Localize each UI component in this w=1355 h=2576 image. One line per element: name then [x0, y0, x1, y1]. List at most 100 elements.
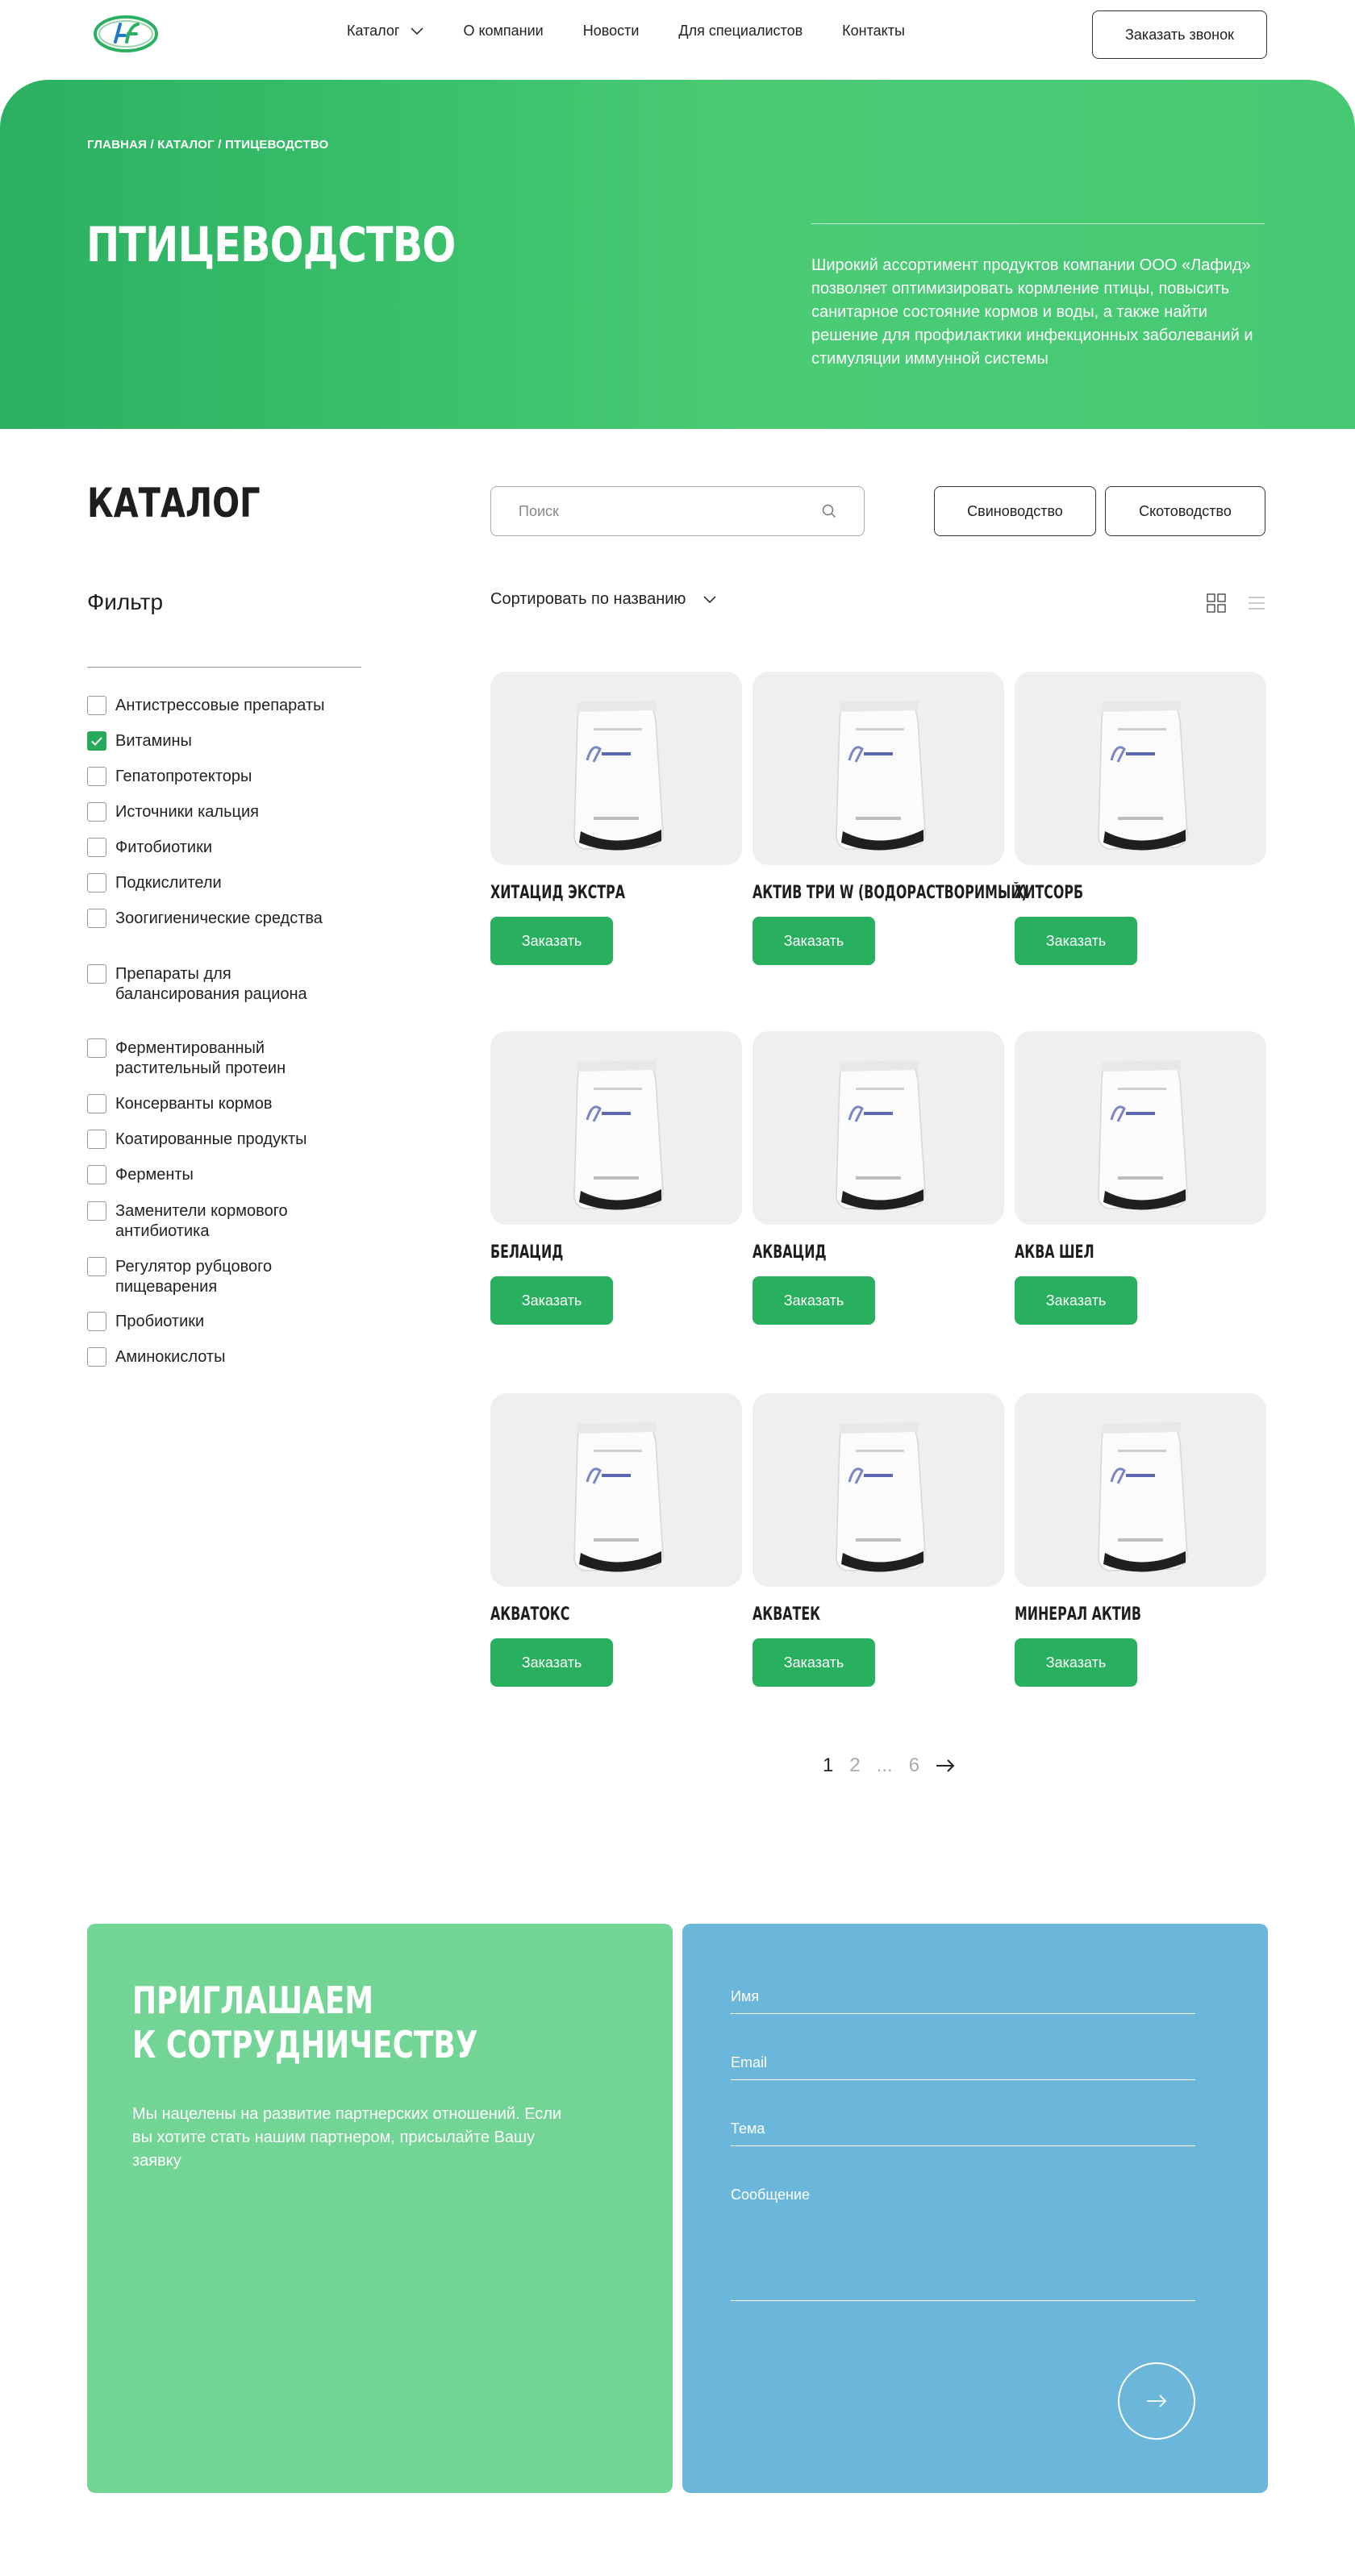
sort-dropdown[interactable]: Сортировать по названию — [490, 590, 716, 609]
nav-item-about[interactable]: О компании — [463, 23, 543, 40]
filter-item[interactable]: Пробиотики — [87, 1312, 337, 1332]
product-card[interactable]: АКВАЦИД Заказать — [753, 1031, 1004, 1325]
next-page-arrow-icon[interactable] — [936, 1759, 955, 1772]
checkbox-checked[interactable] — [87, 731, 106, 751]
product-card[interactable]: БЕЛАЦИД Заказать — [490, 1031, 742, 1325]
pagination-item[interactable]: 2 — [849, 1754, 860, 1777]
product-name[interactable]: МИНЕРАЛ АКТИВ — [1015, 1604, 1196, 1627]
pagination-item[interactable]: 6 — [909, 1754, 919, 1777]
nav-item-news[interactable]: Новости — [583, 23, 640, 40]
product-image — [836, 1422, 926, 1572]
filter-item[interactable]: Регулятор рубцового пищеварения — [87, 1257, 337, 1297]
product-image-frame[interactable] — [1015, 1031, 1266, 1225]
order-button[interactable]: Заказать — [490, 1276, 613, 1325]
checkbox[interactable] — [87, 1257, 106, 1276]
checkbox[interactable] — [87, 696, 106, 715]
filter-item[interactable]: Фитобиотики — [87, 838, 337, 858]
checkbox[interactable] — [87, 1094, 106, 1113]
order-button[interactable]: Заказать — [1015, 1276, 1137, 1325]
product-name[interactable]: ХИТАЦИД ЭКСТРА — [490, 883, 672, 905]
product-image — [573, 1060, 664, 1210]
category-pigs-button[interactable]: Свиноводство — [934, 486, 1096, 536]
company-logo[interactable] — [91, 11, 161, 56]
product-image-frame[interactable] — [490, 672, 742, 865]
message-field-wrap — [731, 2187, 1195, 2301]
cooperation-info: ПРИГЛАШАЕМ К СОТРУДНИЧЕСТВУ Мы нацелены … — [87, 1924, 673, 2493]
product-image-frame[interactable] — [490, 1031, 742, 1225]
checkbox[interactable] — [87, 1347, 106, 1367]
filter-item[interactable]: Препараты для балансирования рациона — [87, 964, 337, 1005]
filter-item[interactable]: Ферментированный растительный протеин — [87, 1038, 337, 1079]
filter-item[interactable]: Консерванты кормов — [87, 1094, 337, 1114]
product-card[interactable]: АКВАТОКС Заказать — [490, 1393, 742, 1687]
sort-label: Сортировать по названию — [490, 590, 686, 608]
product-image-frame[interactable] — [1015, 1393, 1266, 1587]
checkbox[interactable] — [87, 1312, 106, 1331]
product-card[interactable]: ХИТСОРБ Заказать — [1015, 672, 1266, 965]
nav-item-specialists[interactable]: Для специалистов — [678, 23, 803, 40]
message-field[interactable] — [731, 2187, 1195, 2299]
product-image-frame[interactable] — [753, 1393, 1004, 1587]
cooperation-form — [682, 1924, 1268, 2493]
product-name[interactable]: БЕЛАЦИД — [490, 1242, 672, 1265]
filter-item[interactable]: Заменители кормового антибиотика — [87, 1201, 337, 1242]
product-name[interactable]: АКВА ШЕЛ — [1015, 1242, 1196, 1265]
checkbox[interactable] — [87, 1130, 106, 1149]
product-card[interactable]: АКВА ШЕЛ Заказать — [1015, 1031, 1266, 1325]
filter-item[interactable]: Витамины — [87, 731, 337, 751]
product-name[interactable]: АКТИВ ТРИ W (ВОДОРАСТВОРИМЫЙ) — [753, 883, 1028, 905]
filter-item[interactable]: Подкислители — [87, 873, 337, 893]
checkbox[interactable] — [87, 964, 106, 984]
filter-item[interactable]: Антистрессовые препараты — [87, 696, 337, 716]
filter-item-label: Аминокислоты — [115, 1348, 226, 1366]
checkbox[interactable] — [87, 1201, 106, 1221]
product-name[interactable]: АКВАЦИД — [753, 1242, 934, 1265]
order-call-button[interactable]: Заказать звонок — [1092, 10, 1267, 59]
product-card[interactable]: АКВАТЕК Заказать — [753, 1393, 1004, 1687]
nav-item-catalog[interactable]: Каталог — [347, 23, 424, 40]
order-button[interactable]: Заказать — [753, 1276, 875, 1325]
order-button[interactable]: Заказать — [753, 1638, 875, 1687]
product-card[interactable]: АКТИВ ТРИ W (ВОДОРАСТВОРИМЫЙ) Заказать — [753, 672, 1028, 965]
search-input[interactable] — [519, 502, 793, 520]
nav-item-contacts[interactable]: Контакты — [842, 23, 905, 40]
breadcrumb[interactable]: ГЛАВНАЯ / КАТАЛОГ / ПТИЦЕВОДСТВО — [87, 138, 328, 152]
search-box[interactable] — [490, 486, 865, 536]
checkbox[interactable] — [87, 802, 106, 822]
product-image-frame[interactable] — [753, 1031, 1004, 1225]
order-button[interactable]: Заказать — [1015, 917, 1137, 965]
email-field[interactable] — [731, 2054, 1195, 2079]
checkbox[interactable] — [87, 909, 106, 928]
filter-item[interactable]: Зоогигиенические средства — [87, 909, 337, 929]
filter-item[interactable]: Коатированные продукты — [87, 1130, 337, 1150]
product-card[interactable]: ХИТАЦИД ЭКСТРА Заказать — [490, 672, 742, 965]
order-button[interactable]: Заказать — [490, 1638, 613, 1687]
product-name[interactable]: ХИТСОРБ — [1015, 883, 1196, 905]
order-button[interactable]: Заказать — [490, 917, 613, 965]
pagination-item[interactable]: 1 — [823, 1754, 833, 1777]
name-field[interactable] — [731, 1988, 1195, 2013]
category-cattle-button[interactable]: Скотоводство — [1105, 486, 1265, 536]
submit-button[interactable] — [1118, 2362, 1195, 2440]
checkbox[interactable] — [87, 1165, 106, 1184]
product-name[interactable]: АКВАТЕК — [753, 1604, 934, 1627]
order-button[interactable]: Заказать — [753, 917, 875, 965]
list-view-icon[interactable] — [1247, 593, 1266, 613]
product-image-frame[interactable] — [753, 672, 1004, 865]
filter-item[interactable]: Аминокислоты — [87, 1347, 337, 1367]
product-image-frame[interactable] — [490, 1393, 742, 1587]
grid-view-icon[interactable] — [1207, 593, 1226, 613]
product-name[interactable]: АКВАТОКС — [490, 1604, 672, 1627]
filter-item[interactable]: Гепатопротекторы — [87, 767, 337, 787]
checkbox[interactable] — [87, 873, 106, 893]
product-card[interactable]: МИНЕРАЛ АКТИВ Заказать — [1015, 1393, 1266, 1687]
order-button[interactable]: Заказать — [1015, 1638, 1137, 1687]
checkbox[interactable] — [87, 838, 106, 857]
filter-item[interactable]: Источники кальция — [87, 802, 337, 822]
filter-item[interactable]: Ферменты — [87, 1165, 337, 1185]
checkbox[interactable] — [87, 767, 106, 786]
search-icon[interactable] — [822, 504, 836, 518]
checkbox[interactable] — [87, 1038, 106, 1058]
subject-field[interactable] — [731, 2120, 1195, 2145]
product-image-frame[interactable] — [1015, 672, 1266, 865]
